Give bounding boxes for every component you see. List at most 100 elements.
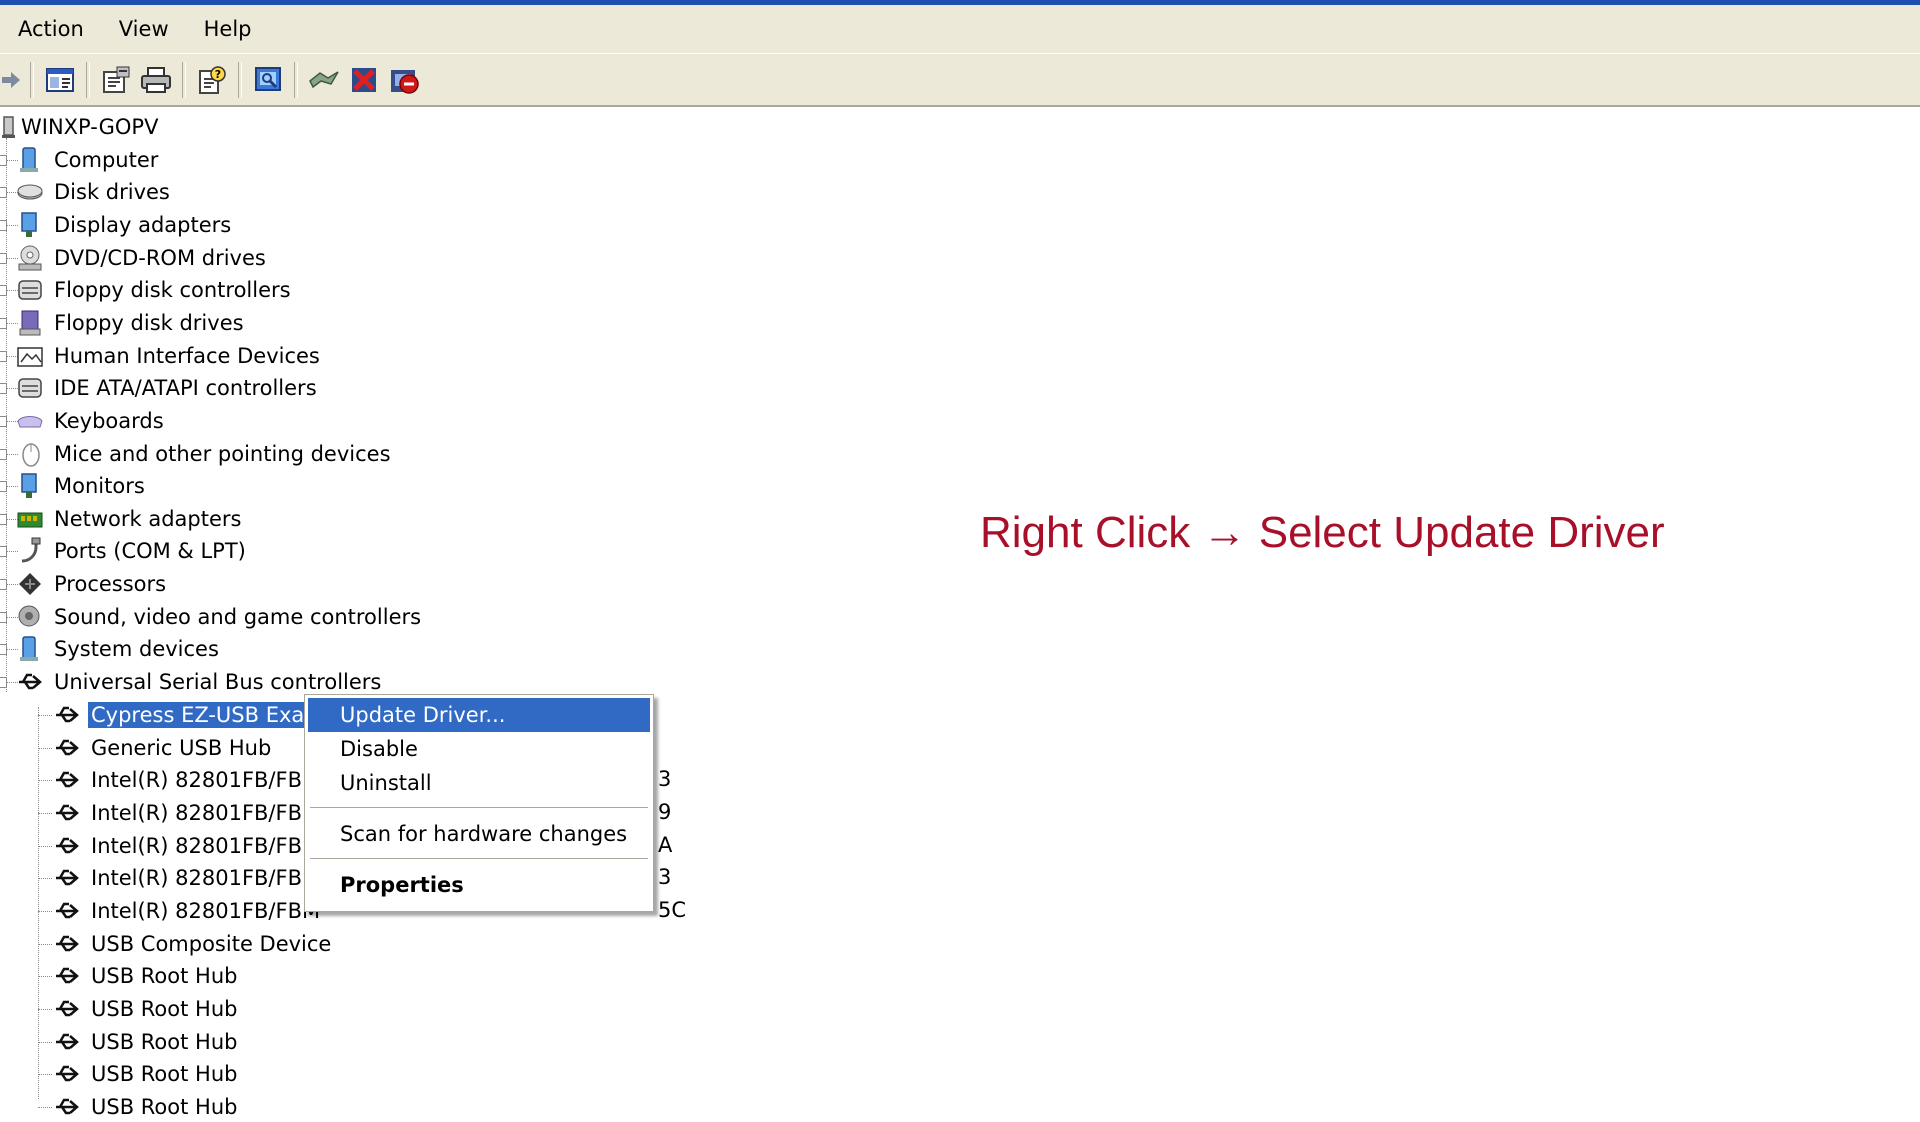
menu-help[interactable]: Help (185, 17, 268, 41)
menu-item-update-driver[interactable]: Update Driver... (308, 698, 650, 732)
tree-category[interactable]: Ports (COM & LPT) (16, 536, 249, 566)
tree-category-label: Processors (54, 572, 167, 596)
menu-item-properties[interactable]: Properties (308, 868, 650, 902)
usb-device-item[interactable]: Generic USB Hub (53, 733, 274, 763)
usb-device-item[interactable]: Intel(R) 82801FB/FBM (53, 896, 323, 926)
menu-item-disable[interactable]: Disable (308, 732, 650, 766)
print-icon[interactable] (136, 60, 176, 100)
scan-hardware-icon[interactable] (248, 60, 288, 100)
tree-expander[interactable] (0, 449, 7, 460)
usb-device-label: Cypress EZ-USB Exam (88, 702, 328, 728)
svg-text:?: ? (215, 68, 221, 81)
toolbar: ? (0, 53, 1920, 107)
show-hide-tree-icon[interactable] (40, 60, 80, 100)
uninstall-device-icon[interactable] (384, 60, 424, 100)
tree-expander[interactable] (0, 187, 7, 198)
menu-item-uninstall[interactable]: Uninstall (308, 766, 650, 800)
usb-device-item[interactable]: USB Root Hub (53, 1027, 240, 1057)
update-driver-icon[interactable] (304, 60, 344, 100)
usb-device-label: Intel(R) 82801FB/FBM (91, 866, 321, 890)
tree-category-label: Human Interface Devices (54, 344, 320, 368)
menu-separator (310, 807, 648, 808)
usb-device-item[interactable]: Intel(R) 82801FB/FBM (53, 765, 323, 795)
tree-category-label: System devices (54, 637, 219, 661)
usb-device-label: USB Root Hub (91, 1030, 238, 1054)
usb-device-item[interactable]: Cypress EZ-USB Exam (53, 700, 328, 730)
toolbar-separator (30, 61, 34, 98)
usb-device-icon (53, 832, 81, 860)
tree-category[interactable]: Monitors (16, 471, 148, 501)
tree-expander[interactable] (0, 514, 7, 525)
tree-category[interactable]: Disk drives (16, 177, 173, 207)
tree-line (38, 748, 52, 749)
tree-category[interactable]: Processors (16, 569, 169, 599)
usb-device-label-overflow: 3 (658, 865, 672, 889)
usb-device-item[interactable]: USB Root Hub (53, 1092, 240, 1122)
tree-category[interactable]: Floppy disk drives (16, 308, 247, 338)
computer-root-icon (0, 113, 18, 141)
usb-device-icon (53, 734, 81, 762)
tree-expander[interactable] (0, 644, 7, 655)
tree-expander[interactable] (0, 677, 7, 688)
tree-category-label: Mice and other pointing devices (54, 442, 391, 466)
usb-device-label: USB Root Hub (91, 1062, 238, 1086)
tree-line (38, 944, 52, 945)
menu-action[interactable]: Action (0, 17, 100, 41)
help-icon[interactable]: ? (192, 60, 232, 100)
tree-category[interactable]: Human Interface Devices (16, 341, 323, 371)
tree-category[interactable]: Keyboards (16, 406, 167, 436)
properties-icon[interactable] (96, 60, 136, 100)
usb-device-item[interactable]: USB Root Hub (53, 961, 240, 991)
tree-category[interactable]: Display adapters (16, 210, 234, 240)
toolbar-separator (86, 61, 90, 98)
floppy-controller-icon (16, 276, 44, 304)
tree-expander[interactable] (0, 318, 7, 329)
usb-device-item[interactable]: Intel(R) 82801FB/FBM (53, 863, 323, 893)
usb-device-icon (53, 766, 81, 794)
usb-device-item[interactable]: USB Composite Device (53, 929, 334, 959)
usb-device-icon (53, 1060, 81, 1088)
forward-arrow-icon[interactable] (0, 60, 24, 100)
usb-device-label: Intel(R) 82801FB/FBM (91, 899, 321, 923)
usb-device-label-overflow: 9 (658, 800, 672, 824)
tree-line (38, 707, 39, 1099)
tree-category[interactable]: Network adapters (16, 504, 244, 534)
tree-category[interactable]: Floppy disk controllers (16, 275, 294, 305)
floppy-drive-icon (16, 309, 44, 337)
tree-expander[interactable] (0, 253, 7, 264)
tree-expander[interactable] (0, 155, 7, 166)
tree-expander[interactable] (0, 285, 7, 296)
usb-device-item[interactable]: Intel(R) 82801FB/FBM (53, 798, 323, 828)
tree-expander[interactable] (0, 351, 7, 362)
tree-expander[interactable] (0, 546, 7, 557)
usb-device-label: USB Composite Device (91, 932, 332, 956)
system-device-icon (16, 635, 44, 663)
processor-icon (16, 570, 44, 598)
toolbar-separator (182, 61, 186, 98)
menu-item-scan-hardware[interactable]: Scan for hardware changes (308, 817, 650, 851)
disable-device-icon[interactable] (344, 60, 384, 100)
usb-device-icon (53, 799, 81, 827)
tree-category[interactable]: Universal Serial Bus controllers (16, 667, 384, 697)
tree-category-label: Ports (COM & LPT) (54, 539, 246, 563)
tree-category[interactable]: Sound, video and game controllers (16, 602, 424, 632)
tree-category[interactable]: Mice and other pointing devices (16, 439, 394, 469)
menubar: Action View Help (0, 5, 1920, 53)
usb-device-item[interactable]: USB Root Hub (53, 994, 240, 1024)
tree-expander[interactable] (0, 612, 7, 623)
tree-category[interactable]: IDE ATA/ATAPI controllers (16, 373, 320, 403)
tree-root[interactable]: WINXP-GOPV (0, 112, 161, 142)
tree-expander[interactable] (0, 416, 7, 427)
usb-device-label: USB Root Hub (91, 997, 238, 1021)
tree-category[interactable]: Computer (16, 145, 161, 175)
tree-expander[interactable] (0, 220, 7, 231)
tree-expander[interactable] (0, 579, 7, 590)
menu-view[interactable]: View (100, 17, 185, 41)
usb-device-item[interactable]: Intel(R) 82801FB/FBM (53, 831, 323, 861)
tree-category[interactable]: System devices (16, 634, 222, 664)
tree-expander[interactable] (0, 383, 7, 394)
dvd-drive-icon (16, 244, 44, 272)
tree-category[interactable]: DVD/CD-ROM drives (16, 243, 269, 273)
tree-expander[interactable] (0, 481, 7, 492)
usb-device-item[interactable]: USB Root Hub (53, 1059, 240, 1089)
